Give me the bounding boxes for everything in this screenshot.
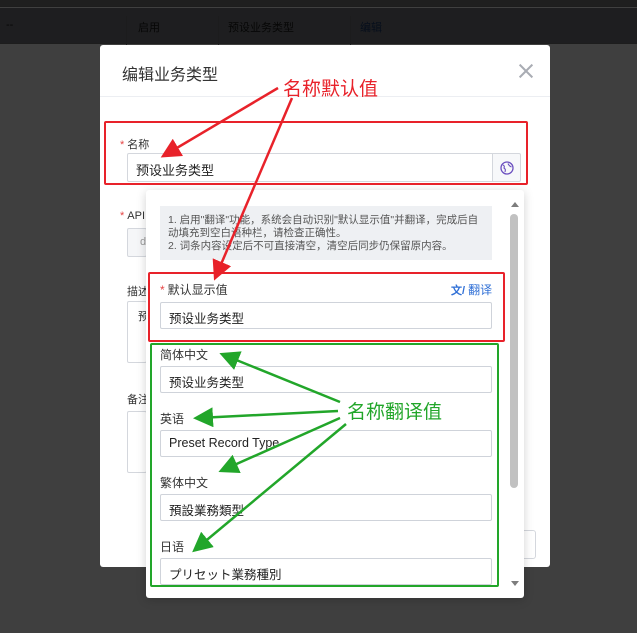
green-arrow-en [193, 407, 339, 428]
red-arrow-to-default [212, 97, 294, 281]
red-arrow-to-name [160, 86, 279, 158]
green-arrow-ja [192, 423, 347, 553]
annotation-arrows [160, 86, 347, 553]
green-arrow-zh-cn [219, 351, 341, 404]
